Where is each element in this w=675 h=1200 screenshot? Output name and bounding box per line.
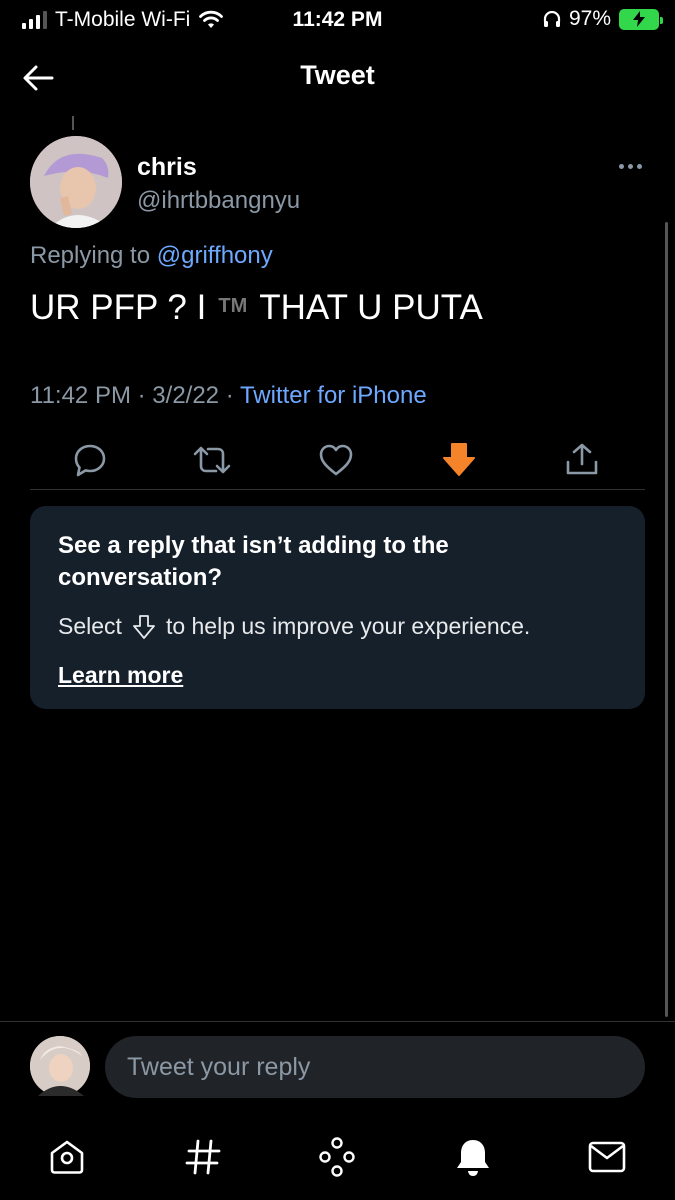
status-bar: T-Mobile Wi-Fi 11:42 PM 97% [0,0,675,40]
author-handle[interactable]: @ihrtbbangnyu [137,187,300,215]
tweet-text-before: UR PFP ? I [30,288,207,327]
retweet-icon [193,446,231,474]
tweet-meta: 11:42 PM · 3/2/22 · Twitter for iPhone [30,382,427,410]
header: Tweet [0,48,675,108]
downvote-icon [443,443,475,476]
user-avatar[interactable] [30,1036,90,1096]
headphones-icon [543,10,561,28]
mail-icon [588,1141,626,1173]
nav-explore[interactable] [179,1133,227,1181]
more-button[interactable] [612,154,648,178]
reply-icon [74,444,106,477]
nav-home[interactable] [43,1133,91,1181]
divider [30,489,645,490]
learn-more-link[interactable]: Learn more [58,662,183,689]
author-name[interactable]: chris [137,153,197,182]
heart-icon [319,444,353,476]
card-body-before: Select [58,613,122,639]
battery-icon [619,8,663,30]
replying-prefix: Replying to [30,242,151,269]
nav-messages[interactable] [583,1133,631,1181]
page-title: Tweet [300,60,375,90]
meta-separator: · [137,382,146,409]
downvote-button[interactable] [439,440,479,480]
nav-notifications[interactable] [449,1133,497,1181]
tweet-source-link[interactable]: Twitter for iPhone [240,382,427,409]
thread-line [72,116,74,130]
home-icon [50,1140,84,1174]
scrollbar[interactable] [665,222,668,1017]
card-body: Select to help us improve your experienc… [58,613,530,640]
tweet-text-after: THAT U PUTA [259,288,483,327]
reply-feedback-card: See a reply that isn’t adding to the con… [30,506,645,709]
card-body-after: to help us improve your experience. [165,613,531,639]
retweet-button[interactable] [192,440,232,480]
replying-mention-link[interactable]: @griffhony [157,242,273,269]
tweet-time: 11:42 PM [30,382,131,409]
battery-percent: 97% [568,7,611,30]
bell-icon [457,1140,489,1176]
nav-spaces[interactable] [313,1133,361,1181]
tweet-date: 3/2/22 [152,382,220,409]
share-button[interactable] [562,440,602,480]
spaces-icon [319,1137,355,1177]
like-button[interactable] [316,440,356,480]
divider [0,1021,675,1022]
replying-to: Replying to @griffhony [30,242,273,270]
tweet-text: UR PFP ? I TM THAT U PUTA [30,288,483,328]
hashtag-icon [185,1139,221,1175]
card-title: See a reply that isn’t adding to the con… [58,532,449,591]
share-icon [566,443,598,475]
bottom-nav [0,1125,675,1189]
meta-separator: · [225,382,234,409]
downvote-outline-icon [132,614,156,640]
more-icon [618,163,624,169]
reply-button[interactable] [70,440,110,480]
tweet-actions [30,430,645,488]
trademark-mark: TM [218,294,248,317]
author-avatar[interactable] [30,136,122,228]
reply-input[interactable] [105,1036,645,1098]
